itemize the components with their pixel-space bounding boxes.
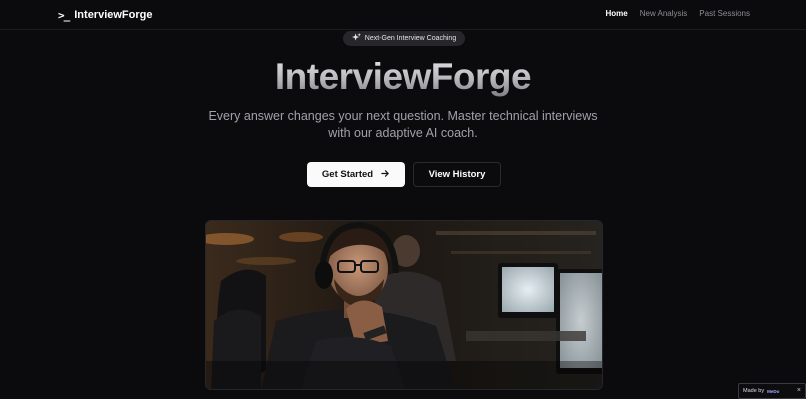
hero-image — [205, 220, 603, 390]
view-history-button[interactable]: View History — [413, 162, 501, 187]
brand-name: InterviewForge — [74, 9, 153, 21]
terminal-icon: >_ — [58, 8, 70, 22]
nav-link-home[interactable]: Home — [605, 9, 627, 18]
brand-logo[interactable]: >_ InterviewForge — [58, 7, 153, 23]
made-by-text: Made by — [743, 388, 765, 394]
hero-subtitle: Every answer changes your next question.… — [208, 109, 598, 140]
coaching-badge: Next-Gen Interview Coaching — [343, 31, 465, 46]
arrow-right-icon — [381, 169, 390, 180]
nav-link-new-analysis[interactable]: New Analysis — [640, 9, 688, 18]
made-by-badge[interactable]: Made by MeDo × — [738, 383, 806, 399]
get-started-label: Get Started — [321, 169, 374, 180]
nav-links: Home New Analysis Past Sessions — [605, 9, 750, 18]
badge-text: Next-Gen Interview Coaching — [364, 35, 457, 42]
hero-title: InterviewForge — [0, 56, 806, 98]
top-navbar: >_ InterviewForge Home New Analysis Past… — [0, 0, 806, 30]
medo-logo: MeDo — [767, 388, 780, 394]
developer-photo-illustration — [206, 221, 602, 389]
nav-link-past-sessions[interactable]: Past Sessions — [699, 9, 750, 18]
close-icon[interactable]: × — [797, 387, 801, 394]
sparkles-icon — [351, 33, 361, 44]
get-started-button[interactable]: Get Started — [307, 162, 405, 187]
